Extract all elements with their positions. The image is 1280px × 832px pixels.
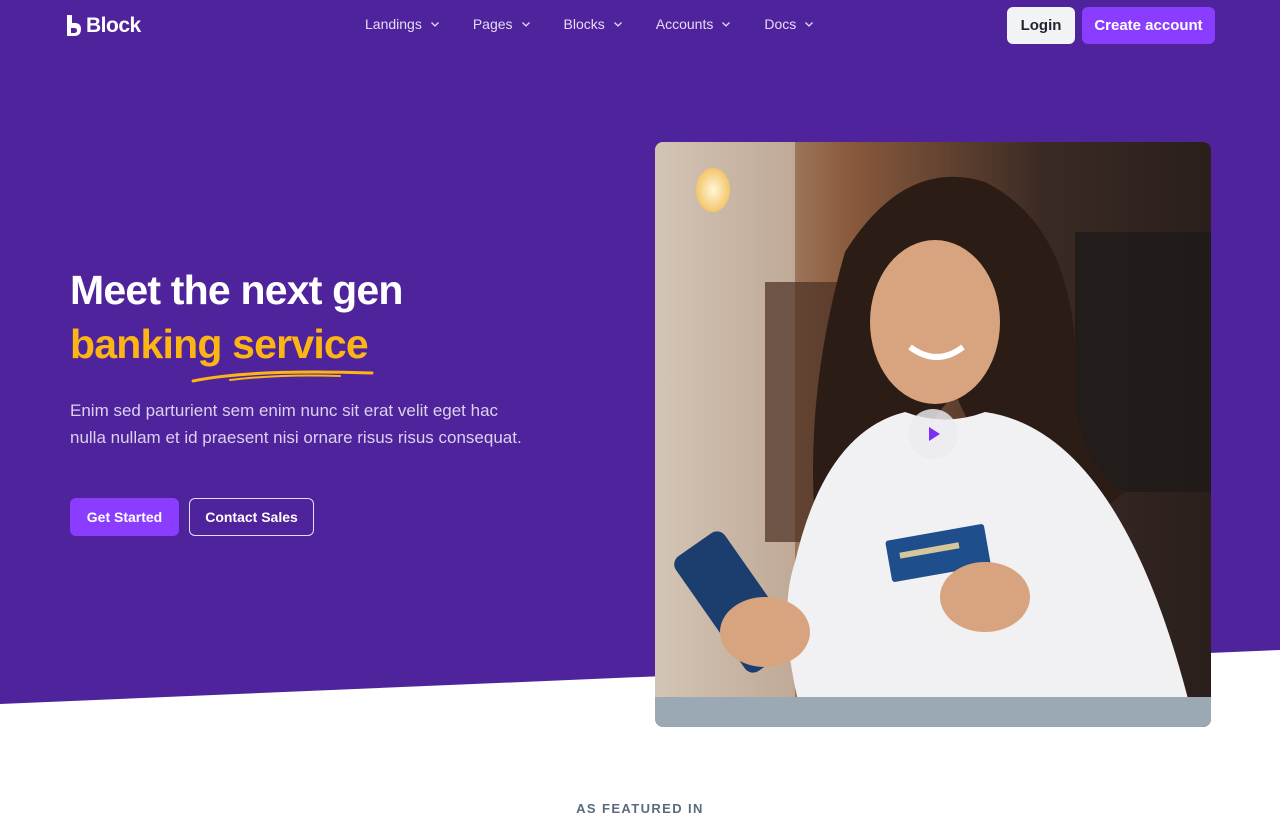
block-logo-icon [67,15,81,36]
play-icon [929,427,940,441]
get-started-button[interactable]: Get Started [70,498,179,536]
featured-in-heading: AS FEATURED IN [576,801,704,816]
top-navbar: Block Landings Pages Blocks Accounts Doc… [0,0,1280,52]
hero-title: Meet the next gen banking service [70,263,590,371]
chevron-down-icon [613,22,622,27]
login-button[interactable]: Login [1007,7,1075,44]
brand-name: Block [86,14,141,37]
menu-item-accounts[interactable]: Accounts [656,16,732,32]
menu-item-label: Accounts [655,16,714,32]
chevron-down-icon [805,22,814,27]
menu-item-label: Landings [365,16,422,32]
contact-sales-button[interactable]: Contact Sales [189,498,314,536]
menu-item-docs[interactable]: Docs [764,16,814,32]
hero-subtitle: Enim sed parturient sem enim nunc sit er… [70,401,522,447]
hero-title-line: Meet the next gen [70,267,403,313]
hero-title-accent: banking service [70,321,369,367]
brand-logo[interactable]: Block [66,14,141,38]
chevron-down-icon [430,22,439,27]
underline-swoosh-icon [191,370,374,383]
menu-item-label: Docs [764,16,797,32]
menu-item-label: Pages [472,16,513,32]
menu-item-label: Blocks [563,16,605,32]
chevron-down-icon [722,22,731,27]
menu-item-blocks[interactable]: Blocks [564,16,623,32]
menu-item-landings[interactable]: Landings [365,16,440,32]
main-menu: Landings Pages Blocks Accounts Docs [365,16,847,32]
menu-item-pages[interactable]: Pages [473,16,531,32]
play-video-button[interactable] [908,409,958,459]
chevron-down-icon [521,22,530,27]
create-account-button[interactable]: Create account [1082,7,1215,44]
